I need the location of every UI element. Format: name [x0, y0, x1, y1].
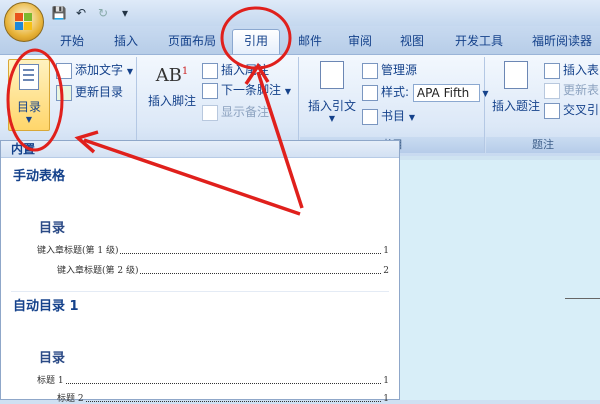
manual-table-title: 手动表格 [13, 169, 66, 184]
tab-home[interactable]: 开始 [52, 30, 92, 52]
update-table-label: 更新表 [563, 83, 600, 97]
manage-sources-label: 管理源 [381, 63, 418, 77]
cross-reference-button[interactable]: 交叉引 [544, 101, 599, 119]
manage-sources-icon [362, 62, 378, 79]
tab-review[interactable]: 审阅 [340, 30, 380, 52]
show-notes-button[interactable]: 显示备注 [202, 103, 269, 121]
tab-references[interactable]: 引用 [232, 29, 280, 55]
toc-row: 键入章标题(第 1 级) 1 [37, 246, 389, 256]
redo-icon[interactable]: ↻ [94, 4, 112, 22]
add-text-label: 添加文字 [75, 63, 124, 77]
add-text-icon [56, 62, 72, 79]
chevron-down-icon: ▼ [328, 114, 336, 123]
insert-citation-button[interactable]: 插入引文 ▼ [304, 61, 360, 123]
update-table-button[interactable]: 更新表 [544, 81, 599, 99]
insert-caption-label: 插入题注 [491, 99, 540, 113]
toc-dropdown: 内置 手动表格 目录 键入章标题(第 1 级) 1 键入章标题(第 2 级) 2 自… [0, 140, 400, 404]
captions-group: 插入题注 插入表 更新表 交叉引 题注 [486, 57, 600, 153]
endnote-icon [202, 62, 218, 79]
auto-toc-heading: 目录 [39, 351, 66, 366]
captions-group-label: 题注 [486, 137, 600, 153]
show-notes-label: 显示备注 [221, 105, 270, 119]
insert-footnote-label: 插入脚注 [147, 94, 196, 108]
auto-toc-1-preview[interactable]: 目录 标题 11 标题 21 [11, 317, 389, 404]
ribbon-tabs: 开始 插入 页面布局 引用 邮件 审阅 视图 开发工具 福昕阅读器 [0, 26, 600, 55]
office-button[interactable] [4, 2, 44, 42]
next-footnote-icon [202, 82, 218, 99]
cross-reference-label: 交叉引 [563, 103, 600, 117]
undo-icon[interactable]: ↶ [72, 4, 90, 22]
tab-foxit-reader[interactable]: 福昕阅读器 [524, 30, 600, 52]
citations-group: 插入引文 ▼ 管理源 样式: APA Fifth ▼ 书目 ▼ 书目 [300, 57, 489, 153]
document-rule [565, 298, 600, 299]
update-toc-icon [56, 84, 72, 101]
footnotes-group: AB1 插入脚注 插入尾注 下一条脚注 ▼ 显示备注 [138, 57, 299, 153]
bibliography-button[interactable]: 书目 ▼ [362, 107, 415, 125]
cross-reference-icon [544, 102, 560, 119]
save-icon[interactable]: 💾 [50, 4, 68, 22]
tab-insert[interactable]: 插入 [106, 30, 146, 52]
tab-developer[interactable]: 开发工具 [446, 30, 512, 52]
insert-citation-label: 插入引文 [307, 99, 356, 113]
style-dropdown[interactable]: APA Fifth [412, 83, 480, 102]
footnote-icon: AB1 [155, 65, 189, 86]
insert-table-of-figures-button[interactable]: 插入表 [544, 61, 599, 79]
manual-toc-heading: 目录 [39, 221, 66, 236]
section-separator [11, 291, 389, 292]
insert-caption-button[interactable]: 插入题注 [488, 61, 544, 114]
manual-table-preview[interactable]: 目录 键入章标题(第 1 级) 1 键入章标题(第 2 级) 2 [11, 185, 389, 283]
next-footnote-label: 下一条脚注 [221, 83, 282, 97]
builtin-header: 内置 [1, 141, 399, 158]
office-logo-icon [15, 13, 33, 31]
update-toc-label: 更新目录 [75, 85, 124, 99]
quick-access-toolbar: 💾 ↶ ↻ ▾ [50, 4, 134, 22]
style-label: 样式: [381, 85, 410, 99]
toc-icon [19, 64, 39, 90]
toc-button[interactable]: 目录 ▼ [8, 59, 50, 131]
toc-button-label: 目录 [16, 100, 41, 114]
bibliography-icon [362, 108, 378, 125]
manage-sources-button[interactable]: 管理源 [362, 61, 417, 79]
next-footnote-button[interactable]: 下一条脚注 ▼ [202, 81, 291, 99]
table-of-figures-icon [544, 62, 560, 79]
document-page[interactable] [400, 160, 600, 400]
style-value: APA Fifth [416, 85, 470, 100]
add-text-button[interactable]: 添加文字 ▼ [56, 61, 133, 79]
bibliography-label: 书目 [381, 109, 406, 123]
insert-endnote-button[interactable]: 插入尾注 [202, 61, 269, 79]
show-notes-icon [202, 104, 218, 121]
caption-icon [504, 61, 528, 89]
update-table-icon [544, 82, 560, 99]
update-toc-button[interactable]: 更新目录 [56, 83, 123, 101]
chevron-down-icon: ▼ [25, 115, 33, 124]
tab-page-layout[interactable]: 页面布局 [160, 30, 224, 52]
tab-view[interactable]: 视图 [392, 30, 432, 52]
toc-group: 目录 ▼ 添加文字 ▼ 更新目录 [2, 57, 137, 153]
insert-endnote-label: 插入尾注 [221, 63, 270, 77]
tab-mailings[interactable]: 邮件 [290, 30, 330, 52]
toc-row: 键入章标题(第 2 级) 2 [57, 266, 389, 276]
citation-icon [320, 61, 344, 89]
customize-qat-icon[interactable]: ▾ [116, 4, 134, 22]
insert-table-of-figures-label: 插入表 [563, 63, 600, 77]
toc-row: 标题 11 [37, 376, 389, 386]
style-selector: 样式: APA Fifth ▼ [362, 83, 489, 102]
toc-row: 标题 21 [57, 394, 389, 404]
style-icon [362, 84, 378, 101]
auto-toc-1-title: 自动目录 1 [13, 299, 79, 314]
insert-footnote-button[interactable]: AB1 插入脚注 [144, 65, 200, 109]
